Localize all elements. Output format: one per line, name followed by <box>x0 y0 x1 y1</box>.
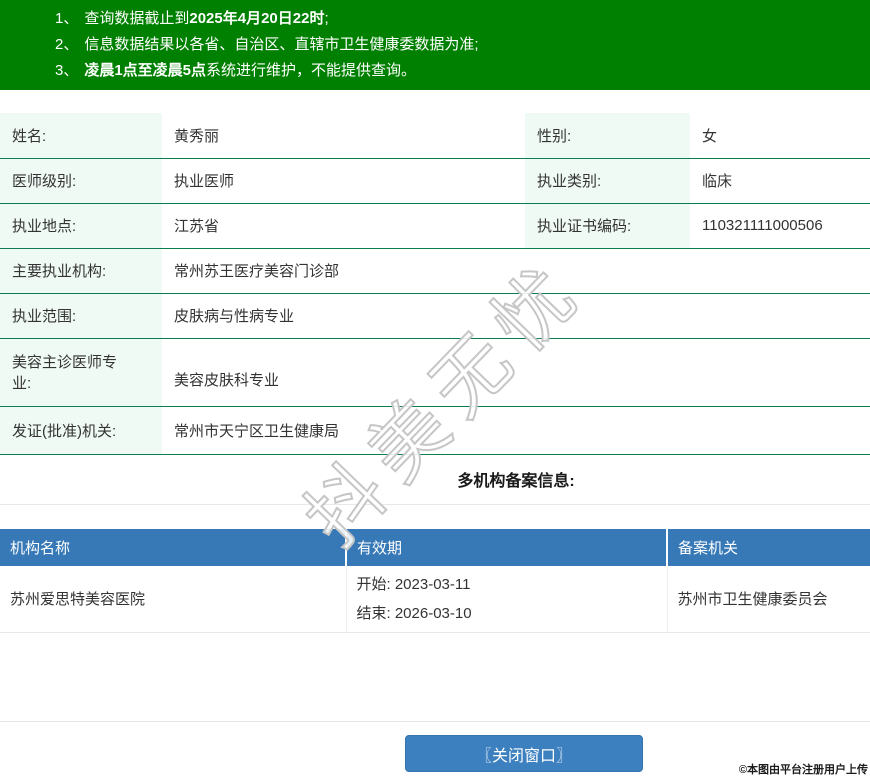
notice-text: 系统进行维护，不能提供查询。 <box>206 62 417 79</box>
table-row: 美容主诊医师专业: 美容皮肤科专业 <box>0 338 870 407</box>
validity-start: 开始: 2023-03-11 <box>356 575 471 593</box>
notice-line-2: 2、 信息数据结果以各省、自治区、直辖市卫生健康委数据为准; <box>55 32 860 58</box>
validity-end: 结束: 2026-03-10 <box>356 604 472 622</box>
cosmetic-specialty-label: 美容主诊医师专业: <box>0 338 162 407</box>
doctor-level-label: 医师级别: <box>0 158 162 204</box>
practice-scope-value: 皮肤病与性病专业 <box>162 293 870 339</box>
table-row: 执业范围: 皮肤病与性病专业 <box>0 293 870 339</box>
main-institution-value: 常州苏王医疗美容门诊部 <box>162 248 870 294</box>
notice-text: 信息数据结果以各省、自治区、直辖市卫生健康委数据为准; <box>84 36 479 53</box>
practice-location-value: 江苏省 <box>162 203 525 249</box>
spacer <box>0 633 870 722</box>
practitioner-info-table: 姓名: 黄秀丽 性别: 女 医师级别: 执业医师 执业类别: 临床 执业地点: … <box>0 113 870 455</box>
table-header-row: 机构名称 有效期 备案机关 <box>0 528 870 566</box>
certificate-number-label: 执业证书编码: <box>525 203 690 249</box>
table-row: 发证(批准)机关: 常州市天宁区卫生健康局 <box>0 406 870 455</box>
column-header-validity: 有效期 <box>345 528 667 566</box>
notice-banner: 1、 查询数据截止到2025年4月20日22时; 2、 信息数据结果以各省、自治区、… <box>0 0 870 90</box>
issuing-authority-label: 发证(批准)机关: <box>0 406 162 455</box>
notice-number: 2、 <box>55 36 79 53</box>
gender-value: 女 <box>690 113 870 159</box>
table-row: 苏州爱思特美容医院 开始: 2023-03-11 结束: 2026-03-10 … <box>0 565 870 633</box>
institution-name: 苏州爱思特美容医院 <box>0 565 346 633</box>
name-value: 黄秀丽 <box>162 113 525 159</box>
notice-text: 查询数据截止到 <box>84 10 190 27</box>
copyright-watermark-text: ©本图由平台注册用户上传 <box>738 764 868 776</box>
cosmetic-specialty-value: 美容皮肤科专业 <box>162 338 870 407</box>
table-row: 姓名: 黄秀丽 性别: 女 <box>0 113 870 159</box>
multi-institution-table: 机构名称 有效期 备案机关 苏州爱思特美容医院 开始: 2023-03-11 结… <box>0 528 870 633</box>
name-label: 姓名: <box>0 113 162 159</box>
gender-label: 性别: <box>525 113 690 159</box>
multi-institution-heading: 多机构备案信息: <box>0 455 870 505</box>
issuing-authority-value: 常州市天宁区卫生健康局 <box>162 406 870 455</box>
notice-line-1: 1、 查询数据截止到2025年4月20日22时; <box>55 6 860 32</box>
notice-line-3: 3、 凌晨1点至凌晨5点系统进行维护，不能提供查询。 <box>55 58 860 84</box>
practice-category-value: 临床 <box>690 158 870 204</box>
table-row: 医师级别: 执业医师 执业类别: 临床 <box>0 158 870 204</box>
practice-location-label: 执业地点: <box>0 203 162 249</box>
certificate-number-value: 110321111000506 <box>690 203 870 249</box>
filing-authority: 苏州市卫生健康委员会 <box>666 565 870 633</box>
practice-category-label: 执业类别: <box>525 158 690 204</box>
validity-period: 开始: 2023-03-11 结束: 2026-03-10 <box>345 565 667 633</box>
notice-number: 1、 <box>55 10 79 27</box>
table-row: 主要执业机构: 常州苏王医疗美容门诊部 <box>0 248 870 294</box>
notice-text-bold: 凌晨1点至凌晨5点 <box>84 62 207 79</box>
column-header-institution: 机构名称 <box>0 528 346 566</box>
table-row: 执业地点: 江苏省 执业证书编码: 110321111000506 <box>0 203 870 249</box>
practice-scope-label: 执业范围: <box>0 293 162 339</box>
column-header-authority: 备案机关 <box>666 528 870 566</box>
notice-number: 3、 <box>55 62 79 79</box>
notice-text-bold: 2025年4月20日22时 <box>189 10 325 27</box>
notice-text: ; <box>324 10 329 27</box>
license-query-result-page: 1、 查询数据截止到2025年4月20日22时; 2、 信息数据结果以各省、自治区、… <box>0 0 870 780</box>
doctor-level-value: 执业医师 <box>162 158 525 204</box>
main-institution-label: 主要执业机构: <box>0 248 162 294</box>
close-window-button[interactable]: 〖关闭窗口〗 <box>405 735 643 772</box>
